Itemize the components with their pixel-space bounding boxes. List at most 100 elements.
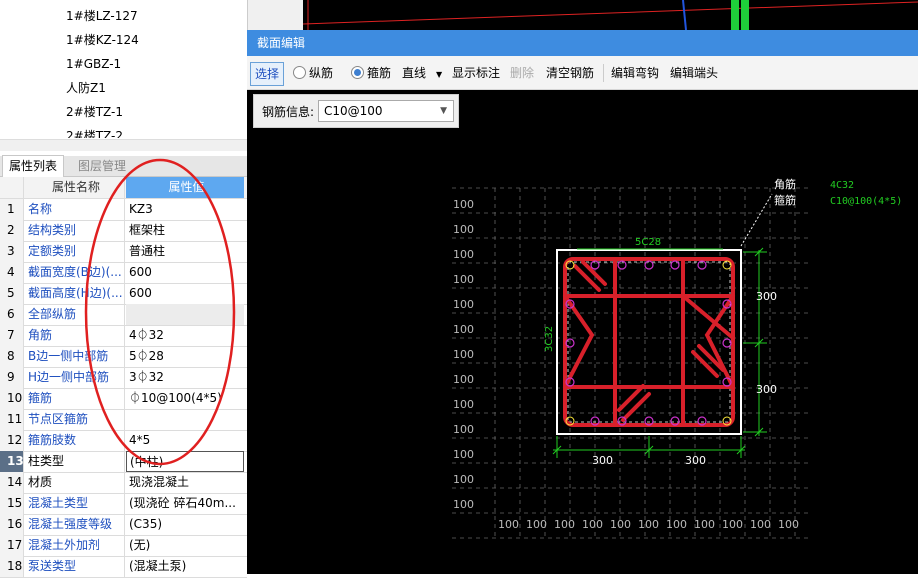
tree-item[interactable]: 2#楼TZ-1 <box>66 102 123 122</box>
tab-layers[interactable]: 图层管理 <box>72 156 132 176</box>
dialog-title-bar: 截面编辑 <box>247 30 918 56</box>
tree-item[interactable]: 1#GBZ-1 <box>66 54 121 74</box>
table-row[interactable]: 2 结构类别 框架柱 <box>0 220 247 242</box>
rebar-info-panel: 钢筋信息: C10@100 ▼ <box>253 94 459 128</box>
property-value[interactable]: 现浇混凝土 <box>126 472 244 493</box>
chevron-down-icon: ▼ <box>440 106 447 116</box>
property-name: 混凝土外加剂 <box>25 535 125 556</box>
delete-button[interactable]: 删除 <box>510 62 534 84</box>
property-value[interactable]: 框架柱 <box>126 220 244 241</box>
property-name: 定额类别 <box>25 241 125 262</box>
table-row[interactable]: 6 全部纵筋 <box>0 304 247 326</box>
tree-item[interactable]: 人防Z1 <box>66 78 106 98</box>
table-row[interactable]: 14 材质 现浇混凝土 <box>0 472 247 494</box>
table-row[interactable]: 16 混凝土强度等级 (C35) <box>0 514 247 536</box>
property-name: 材质 <box>25 472 125 493</box>
property-value[interactable]: ⏀10@100(4*5) <box>126 388 244 409</box>
tree-scrollbar[interactable] <box>247 0 304 34</box>
stirrup-caption: 箍筋 <box>774 193 796 207</box>
stirrup-radio[interactable]: 箍筋 <box>351 62 391 84</box>
property-value[interactable]: 4⏀32 <box>126 325 244 346</box>
table-row[interactable]: 4 截面宽度(B边)(... 600 <box>0 262 247 284</box>
edit-hook-button[interactable]: 编辑弯钩 <box>611 62 659 84</box>
property-value[interactable] <box>126 304 244 325</box>
radio-icon <box>293 66 306 79</box>
scale-label: 100 <box>638 518 659 531</box>
tab-properties[interactable]: 属性列表 <box>2 155 65 177</box>
table-row[interactable]: 10 箍筋 ⏀10@100(4*5) <box>0 388 247 410</box>
property-name: 名称 <box>25 199 125 220</box>
tree-item[interactable]: 1#楼LZ-127 <box>66 6 138 26</box>
scale-label: 100 <box>722 518 743 531</box>
scale-label: 100 <box>750 518 771 531</box>
property-name: 结构类别 <box>25 220 125 241</box>
property-value[interactable]: (无) <box>126 535 244 556</box>
table-row[interactable]: 1 名称 KZ3 <box>0 199 247 221</box>
row-number-header <box>0 177 24 198</box>
property-value[interactable]: (现浇砼 碎石40m... <box>126 493 244 514</box>
property-table-header: 属性名称 属性值 <box>0 177 247 199</box>
scale-label: 100 <box>453 248 474 261</box>
line-mode-dropdown[interactable]: 直线 ▼ <box>402 62 442 84</box>
scale-label: 100 <box>453 273 474 286</box>
tree-item[interactable]: 2#楼TZ-2 <box>66 126 123 138</box>
property-value[interactable]: 5⏀28 <box>126 346 244 367</box>
row-number: 7 <box>0 325 24 346</box>
longitudinal-radio[interactable]: 纵筋 <box>293 62 333 84</box>
table-row[interactable]: 5 截面高度(H边)(... 600 <box>0 283 247 305</box>
property-value[interactable]: (C35) <box>126 514 244 535</box>
property-name: H边一侧中部筋 <box>25 367 125 388</box>
table-row[interactable]: 11 节点区箍筋 <box>0 409 247 431</box>
table-row[interactable]: 9 H边一侧中部筋 3⏀32 <box>0 367 247 389</box>
select-button[interactable]: 选择 <box>250 62 285 86</box>
stirrup-label: 箍筋 <box>367 66 392 80</box>
scale-label: 100 <box>694 518 715 531</box>
table-row[interactable]: 17 混凝土外加剂 (无) <box>0 535 247 557</box>
table-row[interactable]: 15 混凝土类型 (现浇砼 碎石40m... <box>0 493 247 515</box>
longitudinal-label: 纵筋 <box>309 66 334 80</box>
row-number: 15 <box>0 493 24 514</box>
property-value[interactable]: KZ3 <box>126 199 244 220</box>
table-row[interactable]: 18 泵送类型 (混凝土泵) <box>0 556 247 578</box>
cad-background-view <box>303 0 918 30</box>
section-edit-toolbar: 选择 纵筋 箍筋 直线 ▼ 显示标注 删除 清空钢筋 编辑弯钩 编辑端头 <box>247 56 918 90</box>
property-value[interactable]: 600 <box>126 283 244 304</box>
table-row[interactable]: 3 定额类别 普通柱 <box>0 241 247 263</box>
row-number: 1 <box>0 199 24 220</box>
property-value[interactable]: 4*5 <box>126 430 244 451</box>
row-number: 16 <box>0 514 24 535</box>
table-row-selected[interactable]: 13 柱类型 (中柱) <box>0 451 247 473</box>
row-number: 10 <box>0 388 24 409</box>
row-number: 9 <box>0 367 24 388</box>
scale-label: 100 <box>453 323 474 336</box>
tree-item[interactable]: 1#楼KZ-124 <box>66 30 139 50</box>
tree-horizontal-scrollbar[interactable] <box>0 139 247 151</box>
table-row[interactable]: 12 箍筋肢数 4*5 <box>0 430 247 452</box>
top-rebar-label: 5C28 <box>635 237 661 248</box>
scale-label: 100 <box>453 398 474 411</box>
property-value[interactable]: 600 <box>126 262 244 283</box>
table-row[interactable]: 8 B边一侧中部筋 5⏀28 <box>0 346 247 368</box>
property-value-editor[interactable]: (中柱) <box>126 451 244 472</box>
scale-label: 100 <box>554 518 575 531</box>
property-value[interactable]: 普通柱 <box>126 241 244 262</box>
clear-rebar-button[interactable]: 清空钢筋 <box>546 62 594 84</box>
scale-label: 100 <box>526 518 547 531</box>
property-name: 节点区箍筋 <box>25 409 125 430</box>
grid-scale-bottom: 100 100 100 100 100 100 100 100 100 100 … <box>498 518 799 531</box>
edit-end-button[interactable]: 编辑端头 <box>670 62 718 84</box>
rebar-info-select[interactable]: C10@100 ▼ <box>318 100 454 122</box>
table-row[interactable]: 7 角筋 4⏀32 <box>0 325 247 347</box>
property-value[interactable]: 3⏀32 <box>126 367 244 388</box>
section-canvas[interactable]: 100 100 100 100 100 100 100 100 100 100 … <box>247 90 918 574</box>
property-name: 柱类型 <box>25 451 125 472</box>
stirrup-value: C10@100(4*5) <box>830 196 902 207</box>
property-name: 混凝土类型 <box>25 493 125 514</box>
property-name: 箍筋肢数 <box>25 430 125 451</box>
property-value[interactable] <box>126 409 244 430</box>
side-rebar-label: 3C32 <box>544 326 555 352</box>
show-dims-button[interactable]: 显示标注 <box>452 62 500 84</box>
scale-label: 100 <box>610 518 631 531</box>
property-name: 箍筋 <box>25 388 125 409</box>
property-name: 角筋 <box>25 325 125 346</box>
